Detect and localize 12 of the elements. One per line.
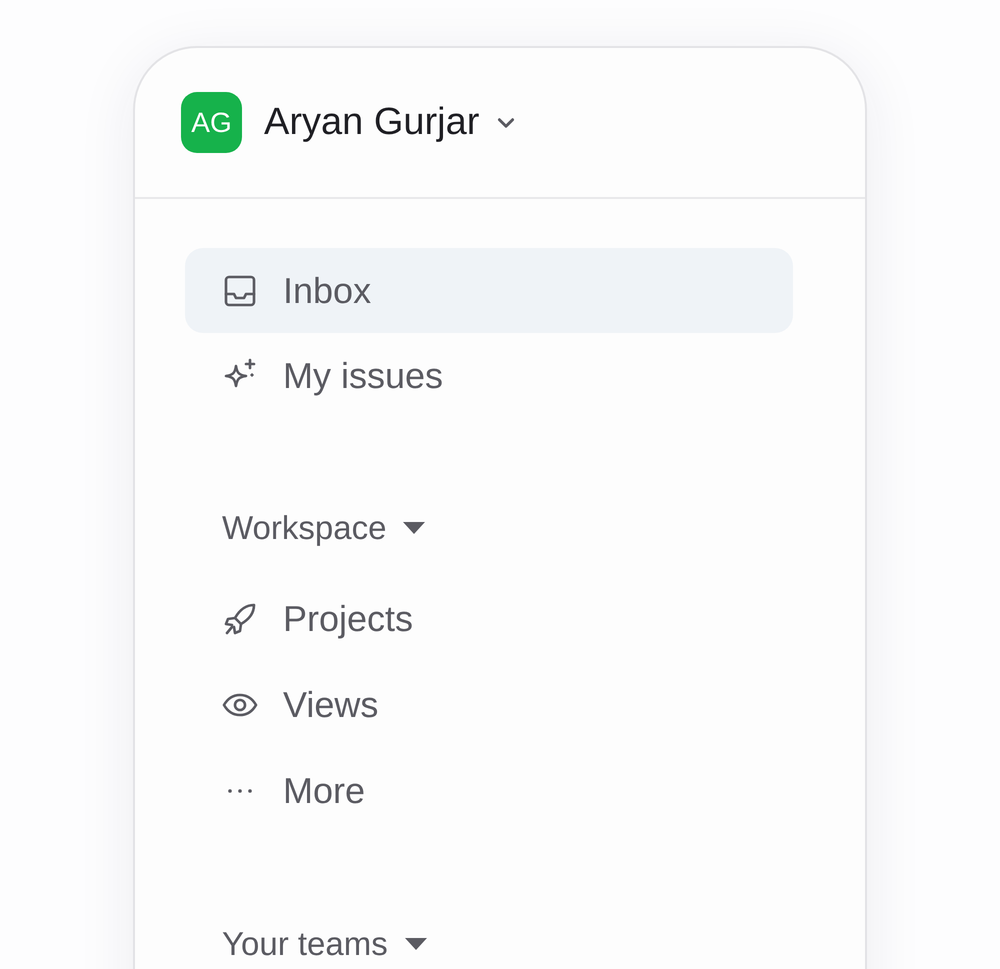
more-icon [228, 789, 252, 793]
section-header[interactable]: Workspace [185, 498, 432, 558]
account-switcher[interactable]: Aryan Gurjar [264, 94, 518, 151]
nav-item[interactable]: Projects [185, 576, 793, 662]
caret-down-icon [402, 521, 426, 535]
nav-item[interactable]: My issues [185, 333, 793, 418]
nav-item[interactable]: Views [185, 662, 793, 748]
section-header[interactable]: Your teams [185, 914, 434, 969]
nav-item[interactable]: Inbox [185, 248, 793, 333]
caret-down-icon [404, 937, 428, 951]
avatar: AG [181, 92, 242, 153]
nav-item[interactable]: More [185, 748, 793, 834]
